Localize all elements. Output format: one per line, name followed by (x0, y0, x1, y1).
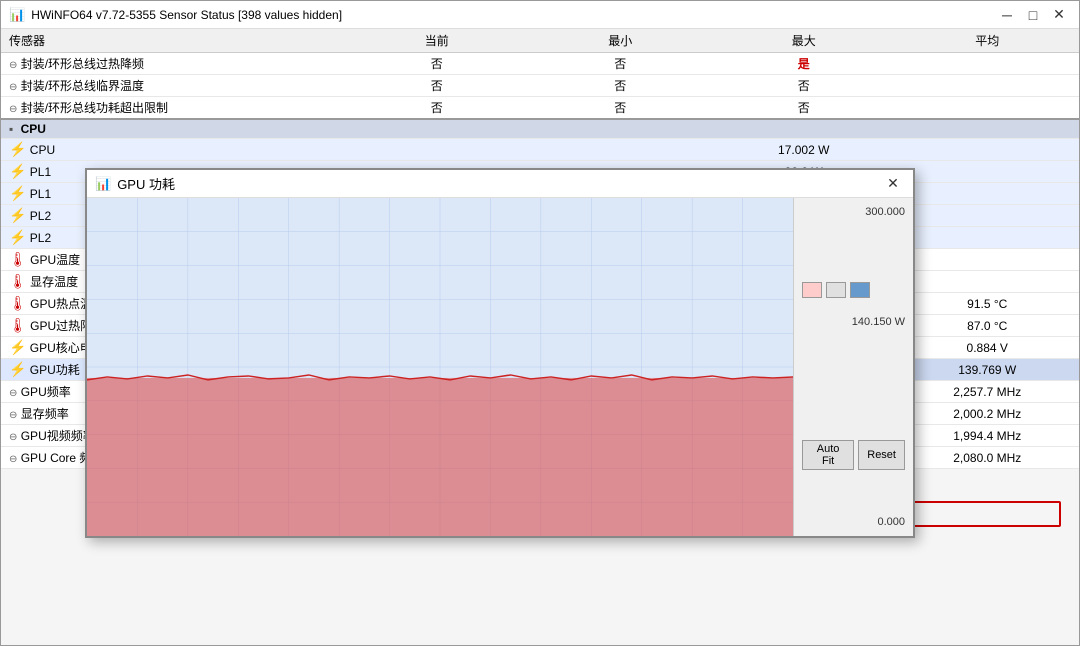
current-val (345, 139, 528, 161)
col-header-sensor: 传感器 (1, 29, 345, 53)
dialog-body: 300.000 140.150 W Auto Fit Reset 0.000 (87, 198, 913, 536)
table-row: ⊖ 封装/环形总线过热降频 否 否 是 (1, 53, 1079, 75)
circle-icon: ⊖ (9, 104, 17, 115)
color-swatch-3 (850, 282, 870, 298)
bolt-icon: ⚡ (9, 361, 26, 377)
dialog-close-button[interactable]: ✕ (881, 174, 905, 194)
red-value: 是 (798, 57, 810, 71)
bolt-icon: ⚡ (9, 185, 26, 201)
window-title: HWiNFO64 v7.72-5355 Sensor Status [398 v… (31, 8, 342, 22)
chart-current-value: 140.150 W (802, 316, 905, 328)
color-swatches (802, 282, 905, 298)
table-header-row: 传感器 当前 最小 最大 平均 (1, 29, 1079, 53)
max-val: 否 (712, 97, 895, 120)
min-val (529, 139, 712, 161)
sensor-name: ⊖ 封装/环形总线临界温度 (1, 75, 345, 97)
max-val: 是 (712, 53, 895, 75)
col-header-avg: 平均 (895, 29, 1079, 53)
min-val: 否 (529, 75, 712, 97)
avg-val: 87.0 °C (895, 315, 1079, 337)
title-bar-left: 📊 HWiNFO64 v7.72-5355 Sensor Status [398… (9, 7, 342, 23)
avg-val (895, 97, 1079, 120)
circle-icon: ⊖ (9, 432, 17, 443)
min-val: 否 (529, 53, 712, 75)
current-val: 否 (345, 53, 528, 75)
bolt-icon: ⚡ (9, 339, 26, 355)
section-header-cpu: ▪ CPU (1, 119, 1079, 139)
sensor-name: ⊖ 封装/环形总线功耗超出限制 (1, 97, 345, 120)
avg-val: 2,257.7 MHz (895, 381, 1079, 403)
avg-val (895, 161, 1079, 183)
sensor-name: ⊖ 封装/环形总线过热降频 (1, 53, 345, 75)
chart-sidebar: 300.000 140.150 W Auto Fit Reset 0.000 (793, 198, 913, 536)
avg-val (895, 53, 1079, 75)
sensor-name: ⚡ CPU (1, 139, 345, 161)
avg-val (895, 139, 1079, 161)
avg-val (895, 271, 1079, 293)
avg-val: 0.884 V (895, 337, 1079, 359)
chart-buttons: Auto Fit Reset (802, 440, 905, 470)
app-icon: 📊 (9, 7, 25, 23)
close-button[interactable]: ✕ (1047, 5, 1071, 25)
circle-icon: ⊖ (9, 82, 17, 93)
avg-val: 139.769 W (895, 359, 1079, 381)
current-val: 否 (345, 97, 528, 120)
avg-val (895, 183, 1079, 205)
dialog-title: GPU 功耗 (117, 174, 175, 193)
bolt-icon: ⚡ (9, 141, 26, 157)
avg-val: 2,080.0 MHz (895, 447, 1079, 469)
avg-val: 91.5 °C (895, 293, 1079, 315)
chart-zero-value: 0.000 (802, 516, 905, 528)
circle-icon: ⊖ (9, 388, 17, 399)
min-val: 否 (529, 97, 712, 120)
dialog-app-icon: 📊 (95, 176, 111, 192)
thermometer-icon: 🌡 (9, 251, 27, 267)
title-bar-controls: ─ □ ✕ (995, 5, 1071, 25)
minimize-button[interactable]: ─ (995, 5, 1019, 25)
color-swatch-2 (826, 282, 846, 298)
bolt-icon: ⚡ (9, 229, 26, 245)
dialog-title-left: 📊 GPU 功耗 (95, 174, 175, 193)
col-header-min: 最小 (529, 29, 712, 53)
color-swatch-1 (802, 282, 822, 298)
bolt-icon: ⚡ (9, 207, 26, 223)
dialog-title-bar: 📊 GPU 功耗 ✕ (87, 170, 913, 198)
thermometer-icon: 🌡 (9, 273, 27, 289)
avg-val (895, 75, 1079, 97)
bolt-icon: ⚡ (9, 163, 26, 179)
chart-area (87, 198, 793, 536)
circle-icon: ⊖ (9, 60, 17, 71)
circle-icon: ⊖ (9, 454, 17, 465)
max-val: 17.002 W (712, 139, 895, 161)
reset-button[interactable]: Reset (858, 440, 905, 470)
title-bar: 📊 HWiNFO64 v7.72-5355 Sensor Status [398… (1, 1, 1079, 29)
avg-val (895, 249, 1079, 271)
avg-val: 1,994.4 MHz (895, 425, 1079, 447)
table-row: ⊖ 封装/环形总线临界温度 否 否 否 (1, 75, 1079, 97)
avg-val: 2,000.2 MHz (895, 403, 1079, 425)
maximize-button[interactable]: □ (1021, 5, 1045, 25)
avg-val (895, 227, 1079, 249)
gpu-chart-dialog[interactable]: 📊 GPU 功耗 ✕ (85, 168, 915, 538)
auto-fit-button[interactable]: Auto Fit (802, 440, 854, 470)
thermometer-icon: 🌡 (9, 317, 27, 333)
circle-icon: ⊖ (9, 410, 17, 421)
avg-val (895, 205, 1079, 227)
table-row: ⊖ 封装/环形总线功耗超出限制 否 否 否 (1, 97, 1079, 120)
current-val: 否 (345, 75, 528, 97)
chart-svg (87, 198, 793, 536)
thermometer-icon: 🌡 (9, 295, 27, 311)
col-header-current: 当前 (345, 29, 528, 53)
col-header-max: 最大 (712, 29, 895, 53)
chart-max-value: 300.000 (802, 206, 905, 218)
table-row: ⚡ CPU 17.002 W (1, 139, 1079, 161)
max-val: 否 (712, 75, 895, 97)
section-label: ▪ CPU (1, 119, 1079, 139)
